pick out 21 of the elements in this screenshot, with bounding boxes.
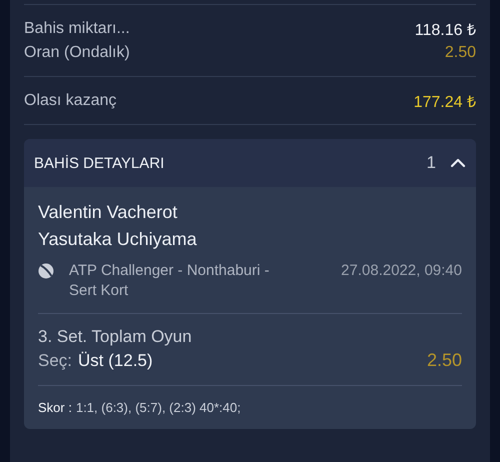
selection-odds: 2.50	[426, 349, 462, 372]
summary-label: Bahis miktarı...	[24, 20, 130, 38]
selection-label: Seç:	[38, 350, 72, 372]
details-title: BAHİS DETAYLARI	[34, 154, 166, 172]
summary-label: Olası kazanç	[24, 92, 116, 110]
summary-value: 118.16 ₺	[414, 21, 476, 40]
details-header[interactable]: BAHİS DETAYLARI 1	[24, 139, 476, 187]
bet-count: 1	[426, 153, 436, 173]
league-name: ATP Challenger - Nonthaburi - Sert Kort	[69, 261, 270, 301]
event-datetime: 27.08.2022, 09:40	[341, 261, 462, 281]
summary-value: 177.24 ₺	[414, 93, 476, 112]
chevron-icon[interactable]	[450, 158, 466, 168]
team-name: Yasutaka Uchiyama	[38, 228, 198, 251]
score-value: 1:1, (6:3), (5:7), (2:3) 40*:40;	[76, 400, 241, 415]
score-label: Skor :	[38, 400, 72, 415]
summary-value: 2.50	[444, 44, 476, 62]
selection-value: Üst (12.5)	[78, 350, 153, 372]
tennis-ball-icon	[38, 263, 54, 279]
team-name: Valentin Vacherot	[38, 201, 178, 224]
market-name: 3. Set. Toplam Oyun	[38, 326, 193, 348]
summary-label: Oran (Ondalık)	[24, 44, 130, 62]
